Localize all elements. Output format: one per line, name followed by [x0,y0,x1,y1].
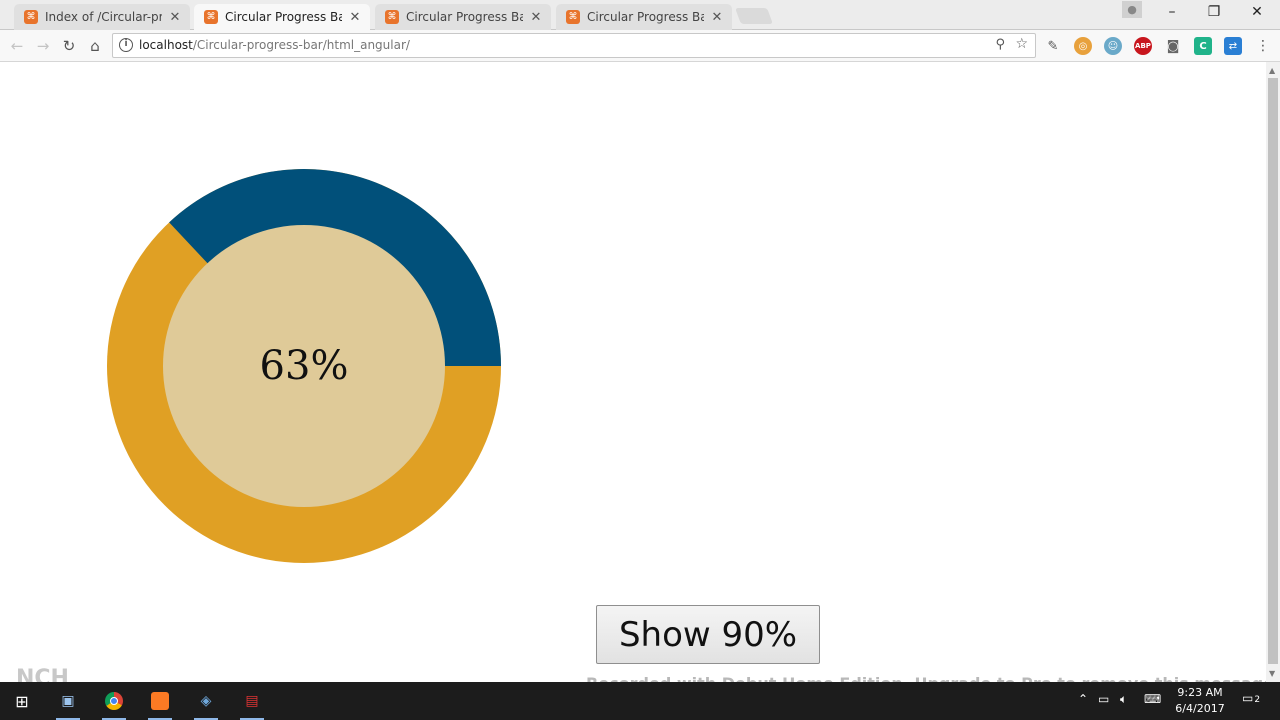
windows-start-icon[interactable]: ⊞ [6,686,38,716]
tab-title: Circular Progress Bar [587,10,704,24]
extension-face-icon[interactable]: ☺ [1104,37,1122,55]
show-90-percent-button[interactable]: Show 90% [596,605,820,664]
tab-circular-progress-3[interactable]: ⌘ Circular Progress Bar ✕ [556,4,732,30]
xampp-icon: ⌘ [204,10,218,24]
chrome-icon[interactable] [98,686,130,720]
xampp-icon: ⌘ [566,10,580,24]
url-host: localhost [139,38,193,52]
address-bar[interactable]: i localhost/Circular-progress-bar/html_a… [112,33,1036,58]
notification-center-icon[interactable]: ▭2 [1242,691,1260,705]
extension-orange-icon[interactable]: ◎ [1074,37,1092,55]
close-icon[interactable]: ✕ [710,10,724,25]
tab-title: Circular Progress Bar [225,10,342,24]
tab-circular-progress-active[interactable]: ⌘ Circular Progress Bar ✕ [194,4,370,30]
url-path: /Circular-progress-bar/html_angular/ [192,38,410,52]
extension-green-c-icon[interactable]: C [1194,37,1212,55]
reload-button[interactable]: ↻ [58,35,80,57]
zoom-icon[interactable]: ⚲ [995,37,1005,52]
clock-time: 9:23 AM [1177,686,1223,699]
menu-kebab-icon[interactable]: ⋮ [1254,37,1272,55]
progress-percentage-label: 63% [259,343,349,389]
browser-toolbar: ← → ↻ ⌂ i localhost/Circular-progress-ba… [0,30,1280,62]
xampp-icon: ⌘ [385,10,399,24]
url-text[interactable]: localhost/Circular-progress-bar/html_ang… [139,38,410,52]
profile-icon[interactable]: ● [1122,1,1142,18]
notification-count: 2 [1254,695,1261,705]
vertical-scrollbar[interactable]: ▲ ▼ [1266,62,1280,682]
volume-icon[interactable]: 🔈︎ [1120,692,1127,707]
new-tab-button[interactable] [735,8,773,24]
bookmark-star-icon[interactable]: ☆ [1015,36,1028,52]
file-explorer-icon[interactable]: ▣ [52,686,84,720]
xampp-taskbar-icon[interactable] [144,686,176,720]
scroll-up-icon[interactable]: ▲ [1269,66,1277,75]
network-icon[interactable]: ▭ [1098,692,1109,706]
debut-recorder-icon[interactable]: ▤ [236,686,268,720]
tray-chevron-icon[interactable]: ⌃ [1078,692,1088,706]
close-icon[interactable]: ✕ [168,10,182,25]
eyedropper-extension-icon[interactable]: ✎ [1044,37,1062,55]
clock-date: 6/4/2017 [1175,702,1225,715]
circular-progress-bar: 63% [106,168,502,564]
system-clock[interactable]: 9:23 AM 6/4/2017 [1170,685,1230,717]
minimize-button[interactable]: – [1158,4,1186,24]
restore-button[interactable]: ❐ [1200,4,1228,24]
tab-circular-progress-2[interactable]: ⌘ Circular Progress Bar ✕ [375,4,551,30]
xampp-icon: ⌘ [24,10,38,24]
scroll-down-icon[interactable]: ▼ [1269,669,1277,678]
close-window-button[interactable]: ✕ [1243,4,1271,24]
virtualbox-icon[interactable]: ◈ [190,686,222,720]
tab-title: Circular Progress Bar [406,10,523,24]
windows-taskbar: ⊞ ▣ ◈ ▤ ⌃ ▭ 🔈︎ ⌨ 9:23 AM 6/4/2017 ▭2 [0,682,1280,720]
tab-strip: ⌘ Index of /Circular-progre ✕ ⌘ Circular… [0,0,1280,30]
close-icon[interactable]: ✕ [348,10,362,25]
keyboard-icon[interactable]: ⌨ [1144,692,1161,706]
tab-index[interactable]: ⌘ Index of /Circular-progre ✕ [14,4,190,30]
forward-button[interactable]: → [32,35,54,57]
extension-blue-icon[interactable]: ⇄ [1224,37,1242,55]
scrollbar-thumb[interactable] [1268,78,1278,664]
page-content: NCH 63% Show 90% Recorded with Debut Hom… [0,62,1280,693]
info-icon[interactable]: i [119,38,133,52]
close-icon[interactable]: ✕ [529,10,543,25]
adblock-plus-icon[interactable]: ABP [1134,37,1152,55]
tab-title: Index of /Circular-progre [45,10,162,24]
camera-extension-icon[interactable]: ◙ [1164,37,1182,55]
home-button[interactable]: ⌂ [84,35,106,57]
back-button[interactable]: ← [6,35,28,57]
